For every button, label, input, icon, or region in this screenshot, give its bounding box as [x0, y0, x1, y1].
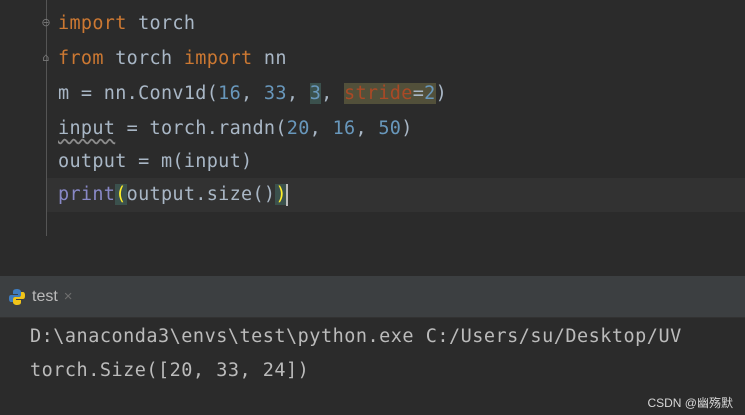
code-text: )	[401, 118, 413, 139]
fold-end-icon[interactable]: ⌂	[40, 52, 52, 64]
builtin-function: print	[58, 184, 116, 205]
code-text: )	[435, 83, 448, 104]
code-text: torch	[103, 48, 184, 69]
run-panel-header: test ×	[0, 276, 745, 318]
keyword: import	[183, 48, 253, 69]
fold-guide	[46, 0, 47, 236]
code-line-1[interactable]: import torch	[58, 7, 195, 41]
number: 2	[424, 83, 436, 104]
code-text: ,	[321, 83, 345, 104]
number: 33	[263, 83, 287, 104]
code-line-5[interactable]: output = m(input)	[58, 145, 252, 179]
number: 16	[218, 83, 242, 104]
keyword: from	[58, 48, 104, 69]
keyword-argument: stride	[344, 83, 413, 104]
code-text: = torch.randn(	[115, 118, 287, 139]
run-console[interactable]: D:\anaconda3\envs\test\python.exe C:/Use…	[0, 318, 745, 415]
code-editor[interactable]: ⊖ ⌂ import torch from torch import nn m …	[0, 0, 745, 276]
code-text: ,	[355, 118, 379, 139]
code-text: nn	[252, 48, 287, 69]
matched-paren: (	[115, 184, 127, 205]
number: 3	[309, 83, 322, 104]
number: 50	[378, 118, 402, 139]
fold-open-icon[interactable]: ⊖	[40, 17, 52, 29]
code-text: output = m(input)	[58, 151, 253, 172]
text-caret	[285, 184, 288, 206]
shadowed-builtin-variable[interactable]: input	[58, 118, 115, 139]
run-tab-test[interactable]: test ×	[0, 276, 73, 317]
keyword: import	[58, 13, 127, 34]
code-text: m = nn.Conv1d(	[58, 83, 219, 104]
code-text: torch	[126, 13, 196, 34]
code-line-6[interactable]: print(output.size())	[58, 178, 288, 212]
watermark: CSDN @幽殇默	[647, 396, 733, 410]
code-text: ,	[286, 83, 310, 104]
console-line-output: torch.Size([20, 33, 24])	[30, 360, 310, 381]
console-line-command: D:\anaconda3\envs\test\python.exe C:/Use…	[30, 326, 682, 347]
code-text: output.size()	[126, 184, 276, 205]
number: 16	[332, 118, 356, 139]
code-text: =	[412, 83, 425, 104]
python-icon	[9, 288, 25, 305]
code-text: ,	[241, 83, 264, 104]
code-line-2[interactable]: from torch import nn	[58, 42, 287, 76]
code-line-4[interactable]: input = torch.randn(20, 16, 50)	[58, 112, 413, 146]
code-line-3[interactable]: m = nn.Conv1d(16, 33, 3, stride=2)	[58, 77, 447, 111]
run-tab-label: test	[32, 287, 58, 305]
code-text: ,	[309, 118, 333, 139]
close-icon[interactable]: ×	[64, 288, 73, 305]
number: 20	[286, 118, 310, 139]
